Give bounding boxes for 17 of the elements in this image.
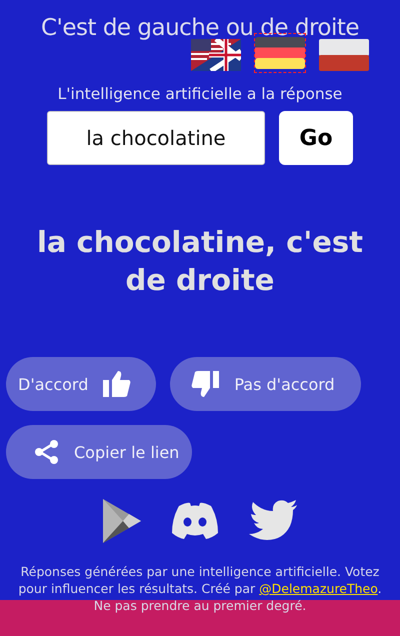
discord-icon[interactable] [171,502,219,540]
agree-button[interactable]: D'accord [6,357,156,411]
thumbs-down-icon [190,370,220,398]
answer-text: la chocolatine, c'est de droite [36,224,364,299]
share-icon [34,439,60,465]
language-flag[interactable] [318,37,370,73]
author-link[interactable]: @DelemazureTheo [259,581,378,596]
thumbs-up-icon [102,370,132,398]
copy-link-button[interactable]: Copier le lien [6,425,192,479]
subtitle: L'intelligence artificielle a la réponse [58,85,342,103]
disagree-button[interactable]: Pas d'accord [170,357,361,411]
twitter-bird-icon[interactable] [249,500,299,542]
warning-text: Ne pas prendre au premier degré. [92,597,308,614]
play-store-icon[interactable] [101,499,141,543]
disclaimer-text: Réponses générées par une intelligence artificielle. Votez pour influencer les résultats. Créé par @DelemazureTheo. [17,563,383,597]
search-field[interactable]: la chocolatine [47,111,265,165]
go-button[interactable]: Go [279,111,353,165]
